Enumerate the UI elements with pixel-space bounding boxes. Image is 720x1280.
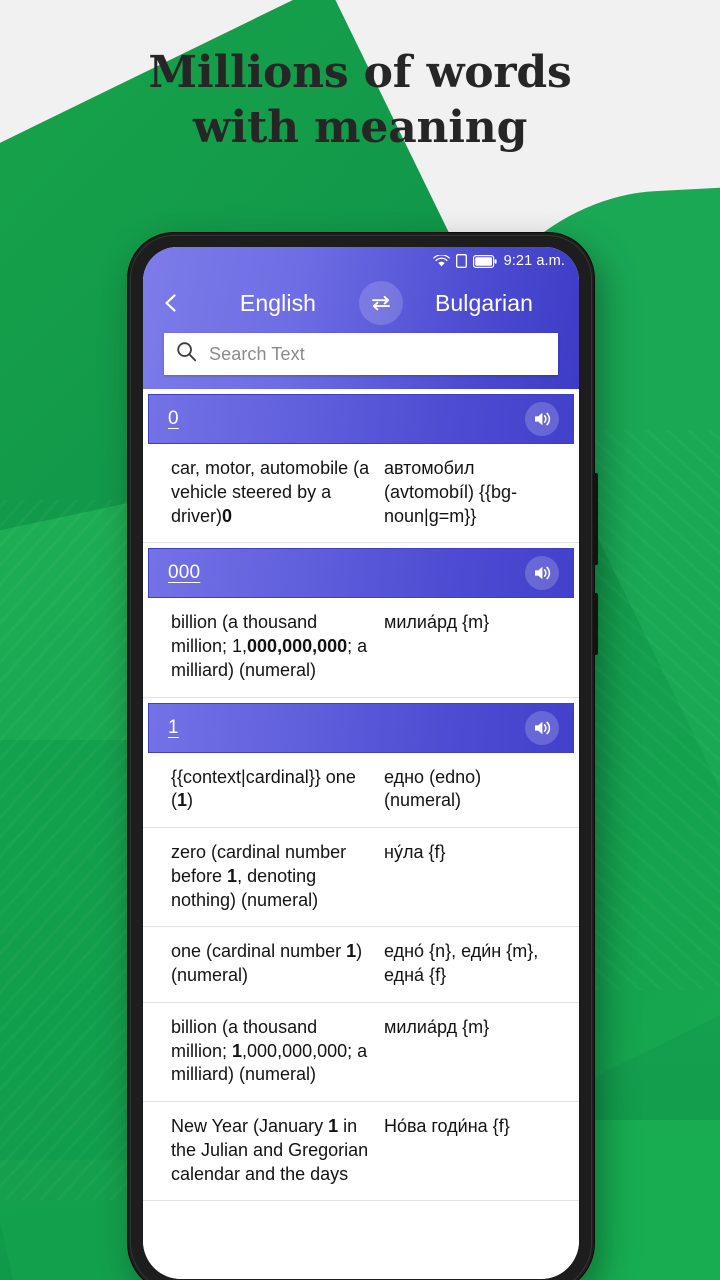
phone-power-button[interactable] xyxy=(593,593,598,655)
battery-icon xyxy=(472,254,497,268)
result-section-term: 0 xyxy=(168,408,179,429)
status-bar: 9:21 a.m. xyxy=(143,247,579,275)
search-area: Search Text xyxy=(143,331,579,375)
target-language-selector[interactable]: Bulgarian xyxy=(403,290,565,317)
entry-source-text: one (cardinal number 1) (numeral) xyxy=(171,941,363,985)
speaker-icon[interactable] xyxy=(525,556,559,591)
entry-target-text: едно (edno) (numeral) xyxy=(384,766,482,811)
entry-target-text: Но́ва годи́на {f} xyxy=(384,1116,510,1136)
entry-source-text: New Year (January 1 in the Julian and Gr… xyxy=(171,1116,369,1184)
search-input[interactable]: Search Text xyxy=(209,344,305,365)
phone-mockup: 9:21 a.m. English Bulgarian Search Text … xyxy=(128,233,598,1280)
wifi-icon xyxy=(432,254,450,268)
speaker-icon[interactable] xyxy=(525,710,559,745)
result-section-header[interactable]: 000 xyxy=(148,548,574,599)
entry-target-text: милиа́рд {m} xyxy=(384,612,490,633)
entry-target-text: едно́ {n}, еди́н {m}, една́ {f} xyxy=(384,941,539,985)
result-section-header[interactable]: 1 xyxy=(148,702,574,753)
entry-source-text: {{context|cardinal}} one (1) xyxy=(171,766,356,811)
entry-source-text: billion (a thousand million; 1,000,000,0… xyxy=(171,1016,368,1085)
swap-horizontal-icon xyxy=(372,295,390,311)
sim-card-icon xyxy=(455,254,467,268)
speaker-icon[interactable] xyxy=(525,402,559,436)
back-arrow-icon xyxy=(165,294,176,312)
promo-headline: Millions of words with meaning xyxy=(0,46,720,155)
entry-target-text: милиа́рд {m} xyxy=(384,1016,490,1037)
dictionary-entry-row[interactable]: {{context|cardinal}} one (1) едно (edno) … xyxy=(143,753,579,828)
promo-headline-line-1: Millions of words xyxy=(148,47,572,98)
entry-source-text: zero (cardinal number before 1, denoting… xyxy=(171,842,347,910)
result-section-term: 000 xyxy=(168,562,201,584)
source-language-selector[interactable]: English xyxy=(197,290,359,317)
entry-target-text: ну́ла {f} xyxy=(384,842,446,862)
result-section-header[interactable]: 0 xyxy=(148,394,574,444)
result-section-term: 1 xyxy=(168,716,179,738)
app-header: 9:21 a.m. English Bulgarian Search Text xyxy=(143,247,579,389)
dictionary-entry-row[interactable]: billion (a thousand million; 1,000,000,0… xyxy=(143,598,579,698)
promo-headline-line-2: with meaning xyxy=(192,101,528,153)
language-bar: English Bulgarian xyxy=(143,275,579,331)
dictionary-entry-row[interactable]: billion (a thousand million; 1,000,000,0… xyxy=(143,1003,579,1102)
phone-screen: 9:21 a.m. English Bulgarian Search Text … xyxy=(143,247,579,1279)
swap-languages-button[interactable] xyxy=(359,281,403,325)
entry-source-text: billion (a thousand million; 1,000,000,0… xyxy=(171,612,368,680)
phone-volume-button[interactable] xyxy=(593,473,598,565)
status-bar-time: 9:21 a.m. xyxy=(503,253,565,269)
dictionary-entry-row[interactable]: one (cardinal number 1) (numeral) едно́ {… xyxy=(143,927,579,1003)
dictionary-entry-row[interactable]: New Year (January 1 in the Julian and Gr… xyxy=(143,1102,579,1202)
dictionary-entry-row[interactable]: zero (cardinal number before 1, denoting… xyxy=(143,828,579,928)
search-icon xyxy=(176,341,197,367)
back-button[interactable] xyxy=(157,293,197,313)
results-list: 0 car, motor, automobile (a vehicle steer… xyxy=(143,389,579,1279)
search-box[interactable]: Search Text xyxy=(164,333,558,375)
entry-target-text: автомобил (avtomobíl) {{bg-noun|g=m}} xyxy=(384,458,518,526)
dictionary-entry-row[interactable]: car, motor, automobile (a vehicle steere… xyxy=(143,444,579,544)
entry-source-text: car, motor, automobile (a vehicle steere… xyxy=(171,458,370,526)
